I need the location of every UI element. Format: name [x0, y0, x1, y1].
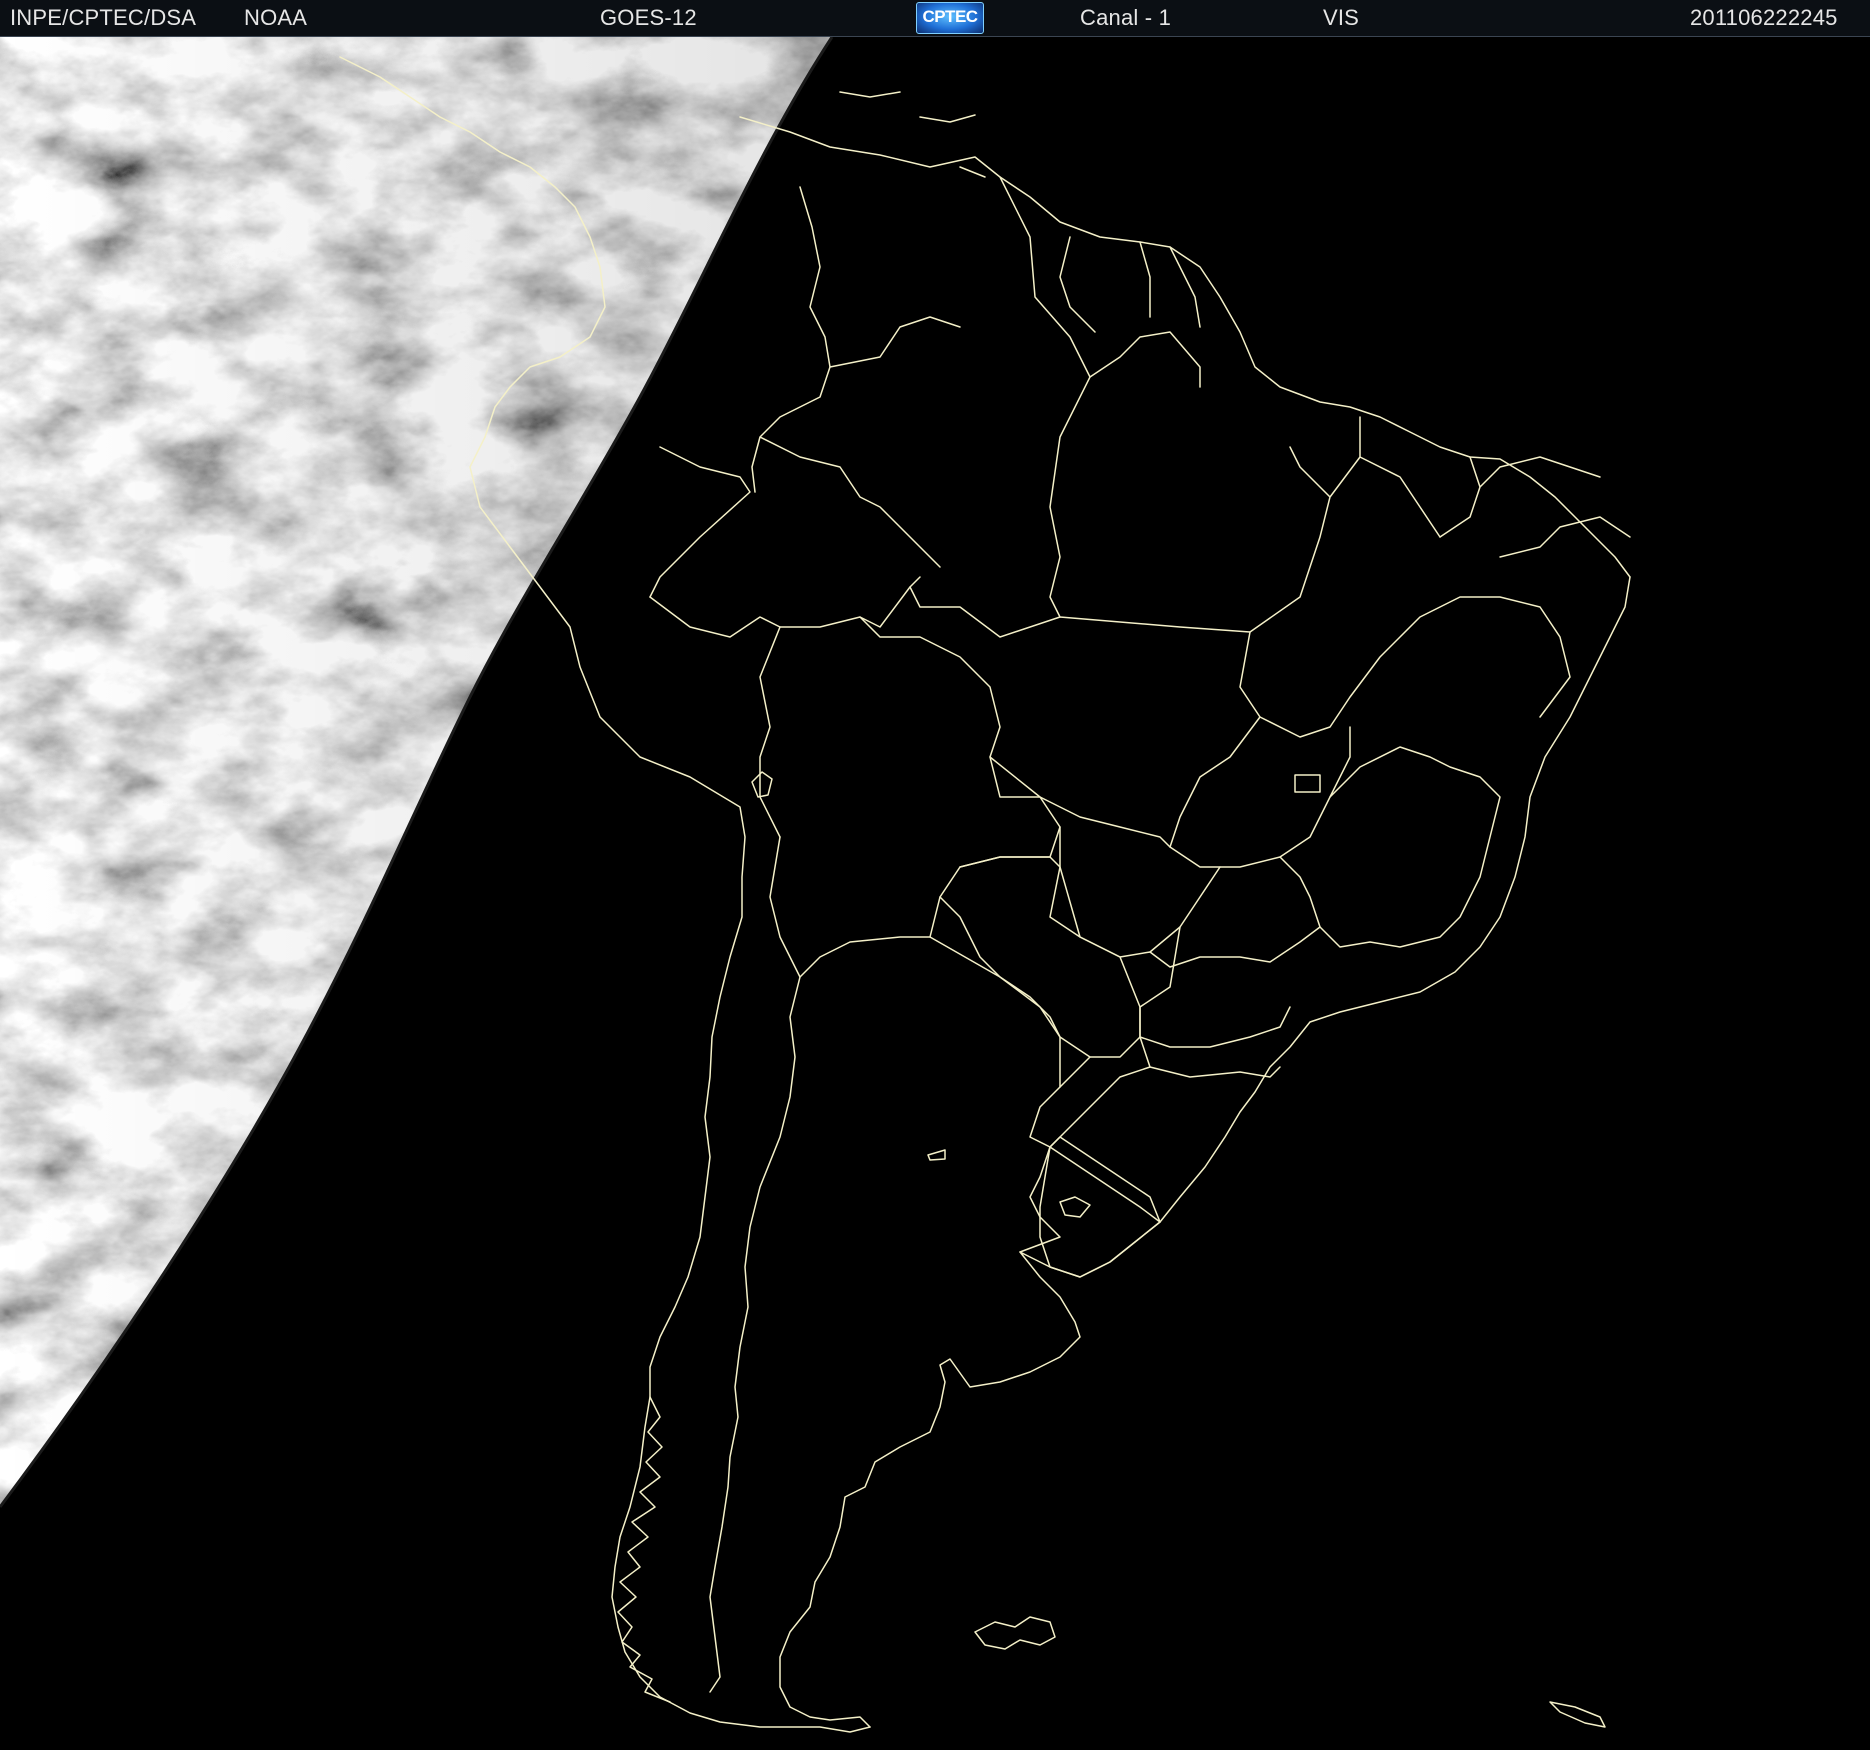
border-paraguay — [939, 856, 1141, 1058]
border-guyana-suriname — [1059, 236, 1201, 333]
border-argentina-chile — [709, 976, 801, 1693]
lagoon-patos — [1059, 1196, 1091, 1218]
brazil-federal-district — [1294, 774, 1321, 793]
cptec-logo-icon: CPTEC — [916, 2, 984, 34]
daylight-region — [0, 37, 832, 1507]
satellite-map — [0, 37, 1870, 1750]
border-peru-brazil — [649, 576, 921, 638]
north-coast — [739, 116, 1631, 578]
brazil-states-center — [1249, 416, 1441, 633]
border-venezuela-guyana — [999, 176, 1201, 388]
border-argentina-uruguay — [1019, 1056, 1091, 1253]
east-coast — [1134, 576, 1631, 1243]
image-header-bar: INPE/CPTEC/DSA NOAA GOES-12 CPTEC Canal … — [0, 0, 1870, 37]
brazil-states-goias — [1169, 716, 1351, 868]
brazil-states-south — [1049, 1036, 1281, 1223]
lake-titicaca — [751, 771, 773, 798]
channel-label: Canal - 1 — [1080, 5, 1172, 30]
border-colombia-peru-brazil — [751, 366, 941, 568]
timestamp-label: 201106222245 — [1690, 5, 1838, 30]
brazil-states-sp-pr — [1139, 926, 1321, 1048]
border-ecuador-peru — [649, 446, 751, 598]
satellite-image-svg — [0, 37, 1631, 1733]
brazil-states-east — [1439, 456, 1631, 558]
caribbean-islands — [839, 91, 986, 178]
band-label: VIS — [1323, 5, 1360, 30]
south-georgia — [1549, 1701, 1606, 1728]
agency-label: INPE/CPTEC/DSA — [10, 5, 197, 30]
lake-marks-argentina — [927, 1149, 946, 1161]
brazil-states-north — [909, 376, 1251, 638]
southeast-coast — [779, 1241, 1136, 1728]
chile-fjords — [617, 1396, 671, 1703]
border-argentina-bolivia-paraguay — [929, 936, 1061, 1088]
border-uruguay — [1039, 1136, 1161, 1278]
satellite-label: GOES-12 — [600, 5, 697, 30]
brazil-states-bahia — [1239, 596, 1571, 738]
source-label: NOAA — [244, 5, 308, 30]
brazil-states-mg — [1279, 746, 1501, 948]
border-peru-bolivia — [759, 626, 781, 838]
border-colombia-venezuela — [799, 186, 961, 368]
west-coast — [469, 436, 871, 1733]
falkland-islands — [974, 1616, 1056, 1650]
